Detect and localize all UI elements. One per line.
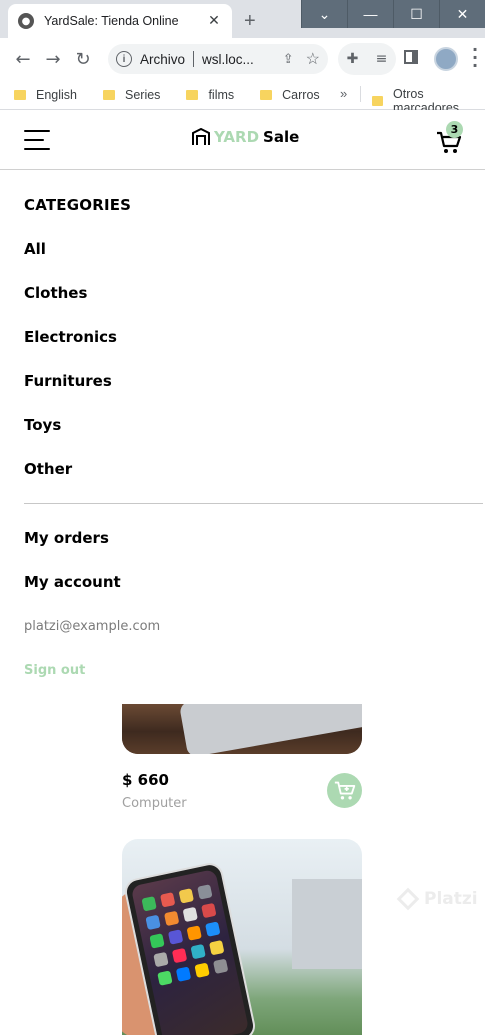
category-furnitures[interactable]: Furnitures: [24, 372, 112, 390]
tab-search-button[interactable]: ⌄: [301, 0, 347, 28]
maximize-button[interactable]: ☐: [393, 0, 439, 28]
info-icon[interactable]: i: [116, 51, 132, 67]
my-account-link[interactable]: My account: [24, 573, 121, 591]
bookmark-star-icon[interactable]: ☆: [306, 49, 320, 69]
folder-icon: [372, 96, 384, 106]
add-to-cart-icon: [334, 781, 355, 799]
site-navbar: YARD Sale 3: [0, 110, 485, 170]
bookmark-label: Carros: [282, 87, 320, 102]
product-name: Computer: [122, 796, 187, 811]
categories-heading: CATEGORIES: [24, 196, 132, 214]
category-all[interactable]: All: [24, 240, 46, 258]
tab-title: YardSale: Tienda Online: [44, 14, 179, 28]
address-bar[interactable]: i Archivo wsl.loc... ⇪ ☆: [108, 44, 328, 74]
category-electronics[interactable]: Electronics: [24, 328, 117, 346]
shopping-cart-button[interactable]: 3: [436, 121, 466, 154]
folder-icon: [186, 89, 199, 100]
cart-count-badge: 3: [446, 121, 463, 138]
bookmark-carros[interactable]: Carros: [260, 88, 320, 102]
bookmark-label: films: [208, 87, 235, 102]
user-email: platzi@example.com: [24, 619, 161, 634]
forward-arrow-icon[interactable]: →: [38, 44, 68, 74]
back-arrow-icon[interactable]: ←: [8, 44, 38, 74]
tab-bar: ● YardSale: Tienda Online ✕ + ⌄ — ☐ ✕: [0, 0, 485, 38]
category-clothes[interactable]: Clothes: [24, 284, 87, 302]
folder-icon: [103, 89, 115, 100]
browser-toolbar: ← → ↻ i Archivo wsl.loc... ⇪ ☆ ✚ ≡ · · ·: [0, 38, 485, 80]
product-list: $ 660 Computer: [0, 693, 485, 1035]
hamburger-menu-icon[interactable]: [24, 130, 50, 150]
product-price: $ 660: [122, 771, 169, 789]
mobile-menu: CATEGORIES All Clothes Electronics Furni…: [0, 171, 485, 693]
folder-icon: [260, 89, 273, 100]
menu-divider: [24, 503, 483, 504]
close-window-button[interactable]: ✕: [439, 0, 485, 28]
watermark-text: Platzi: [424, 889, 478, 909]
new-tab-button[interactable]: +: [244, 10, 256, 33]
bookmark-english[interactable]: English: [14, 88, 77, 102]
profile-avatar[interactable]: [434, 47, 458, 71]
bookmark-label: Series: [125, 87, 161, 102]
address-url: wsl.loc...: [202, 51, 254, 67]
folder-icon: [14, 89, 26, 100]
my-orders-link[interactable]: My orders: [24, 529, 109, 547]
platzi-logo-icon: [396, 887, 420, 911]
bookmarks-bar: English Series films Carros » Otros marc…: [0, 80, 485, 115]
side-panel-icon[interactable]: [404, 50, 418, 64]
bookmarks-overflow-button[interactable]: »: [340, 86, 347, 101]
bookmark-films[interactable]: films: [186, 88, 234, 102]
bookmarks-separator: [360, 86, 361, 102]
add-to-cart-button[interactable]: [327, 773, 362, 808]
category-toys[interactable]: Toys: [24, 416, 61, 434]
reload-icon[interactable]: ↻: [68, 44, 98, 74]
window-controls: ⌄ — ☐ ✕: [301, 0, 485, 28]
product-image-phone[interactable]: [122, 839, 362, 1035]
site-logo[interactable]: YARD Sale: [192, 128, 299, 146]
category-other[interactable]: Other: [24, 460, 72, 478]
logo-icon: [192, 128, 210, 145]
share-icon[interactable]: ⇪: [283, 51, 294, 67]
page-content: YARD Sale 3 CATEGORIES All Clothes Elect…: [0, 110, 485, 1035]
logo-sale-text: Sale: [263, 128, 300, 146]
address-scheme-label: Archivo: [140, 51, 186, 67]
browser-tab[interactable]: ● YardSale: Tienda Online ✕: [8, 4, 232, 38]
bookmark-label: English: [36, 87, 77, 102]
sign-out-link[interactable]: Sign out: [24, 663, 85, 678]
minimize-button[interactable]: —: [347, 0, 393, 28]
media-queue-icon[interactable]: ≡: [376, 51, 388, 67]
tab-close-icon[interactable]: ✕: [206, 13, 222, 29]
browser-chrome: ● YardSale: Tienda Online ✕ + ⌄ — ☐ ✕ ← …: [0, 0, 485, 115]
extensions-group: ✚ ≡: [338, 43, 396, 75]
bookmark-series[interactable]: Series: [103, 88, 160, 102]
globe-icon: ●: [18, 13, 34, 29]
logo-yard-text: YARD: [214, 128, 260, 146]
product-image-computer[interactable]: [122, 704, 362, 754]
more-menu-icon[interactable]: · · ·: [472, 42, 478, 74]
platzi-watermark: Platzi: [396, 887, 478, 911]
puzzle-icon[interactable]: ✚: [347, 51, 359, 67]
address-separator: [193, 51, 195, 67]
